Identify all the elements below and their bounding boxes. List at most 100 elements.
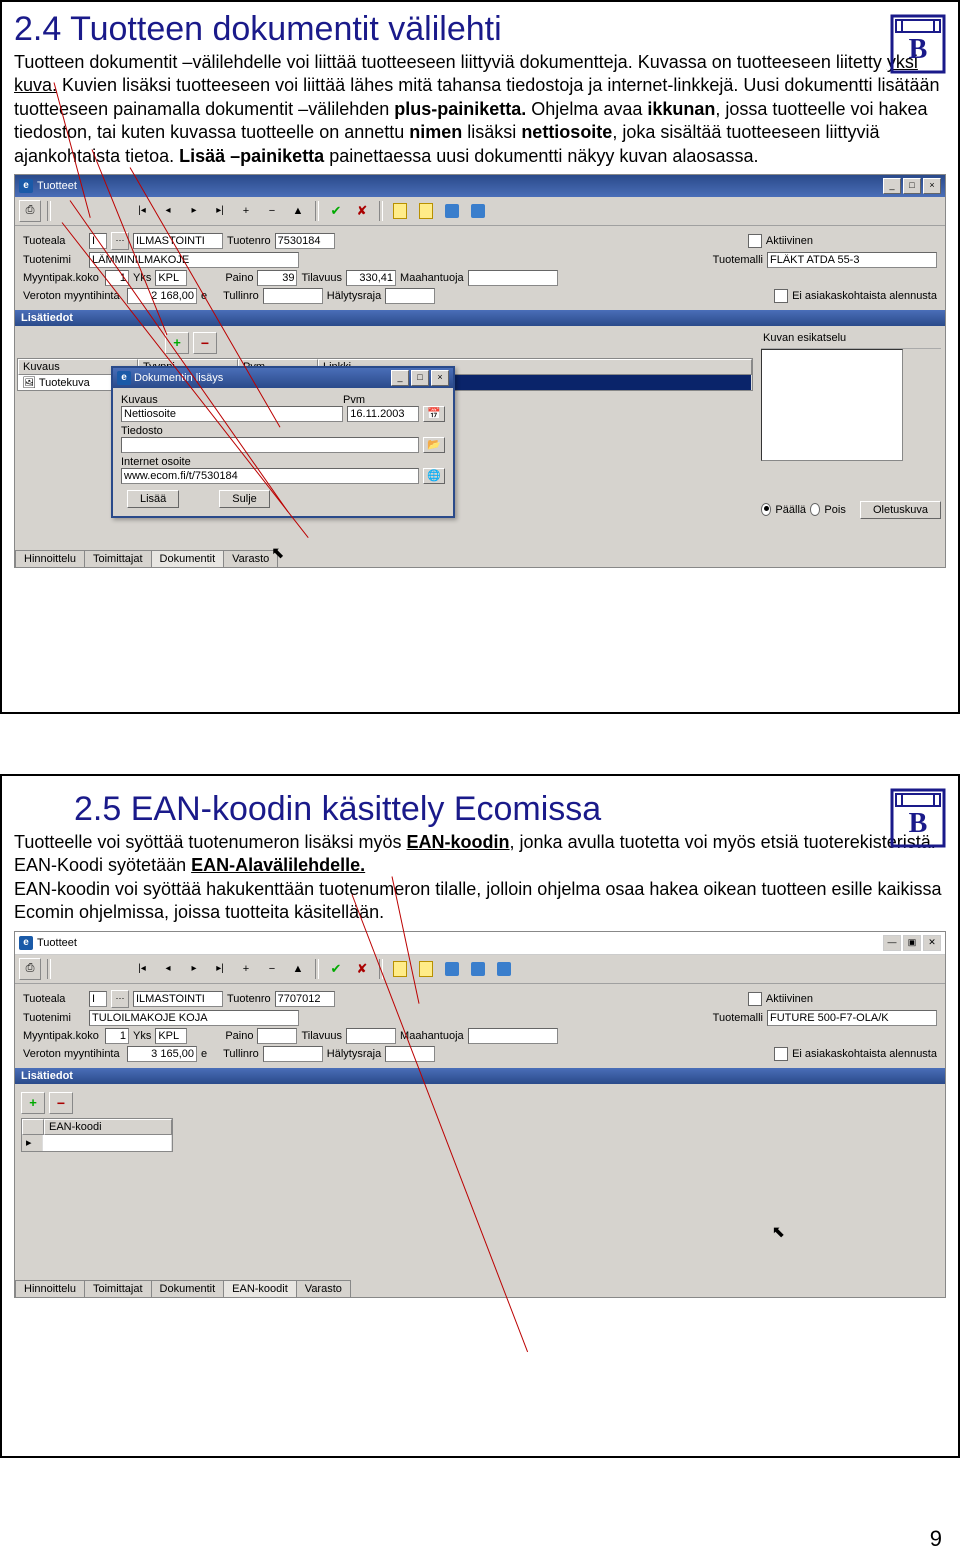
nav-next-button[interactable]: ▸ (183, 958, 205, 980)
tullinro-input[interactable] (263, 288, 323, 304)
doc1-button[interactable] (389, 200, 411, 222)
tab-toimittajat[interactable]: Toimittajat (84, 1280, 152, 1297)
hinta-input[interactable] (127, 288, 197, 304)
aktiivinen-checkbox[interactable] (748, 234, 762, 248)
tuotenimi-input[interactable] (89, 252, 299, 268)
dlg-close[interactable]: × (431, 370, 449, 386)
tab-dokumentit[interactable]: Dokumentit (151, 1280, 225, 1297)
ok-button[interactable]: ✔ (325, 958, 347, 980)
paalla-radio[interactable] (761, 503, 771, 516)
halytys-input[interactable] (385, 1046, 435, 1062)
tab-dokumentit[interactable]: Dokumentit (151, 550, 225, 567)
dlg-internet-input[interactable] (121, 468, 419, 484)
tuoteala-name-input[interactable] (133, 991, 223, 1007)
lbl-eiasiak: Ei asiakaskohtaista alennusta (792, 290, 937, 302)
minimize-button[interactable]: _ (883, 178, 901, 194)
link1-button[interactable] (441, 200, 463, 222)
dlg-date-button[interactable]: 📅 (423, 406, 445, 422)
tuoteala-name-input[interactable] (133, 233, 223, 249)
yks-input[interactable] (155, 270, 187, 286)
nav-del-button[interactable]: − (261, 958, 283, 980)
maahantuoja-input[interactable] (468, 270, 558, 286)
cancel-button[interactable]: ✘ (351, 200, 373, 222)
tuoteala-lookup-button[interactable]: ⋯ (111, 990, 129, 1008)
nav-last-button[interactable]: ▸| (209, 958, 231, 980)
eiasiak-checkbox[interactable] (774, 1047, 788, 1061)
tilavuus-input[interactable] (346, 1028, 396, 1044)
close-button[interactable]: ✕ (923, 935, 941, 951)
tab-toimittajat[interactable]: Toimittajat (84, 550, 152, 567)
nav-edit-button[interactable]: ▲ (287, 200, 309, 222)
remove-document-button[interactable]: − (193, 332, 217, 354)
tuotenro-input[interactable] (275, 233, 335, 249)
tuotenro-input[interactable] (275, 991, 335, 1007)
maximize-button[interactable]: □ (903, 178, 921, 194)
ok-button[interactable]: ✔ (325, 200, 347, 222)
myyntipak-input[interactable] (105, 1028, 129, 1044)
paino-input[interactable] (257, 270, 297, 286)
print-button[interactable]: ⎙ (19, 958, 41, 980)
oletuskuva-button[interactable]: Oletuskuva (860, 501, 941, 519)
tab-varasto[interactable]: Varasto (296, 1280, 351, 1297)
tullinro-input[interactable] (263, 1046, 323, 1062)
print-button[interactable]: ⎙ (19, 200, 41, 222)
nav-next-button[interactable]: ▸ (183, 200, 205, 222)
yks-input[interactable] (155, 1028, 187, 1044)
nav-add-button[interactable]: + (235, 958, 257, 980)
ean-cell[interactable] (43, 1135, 172, 1151)
dlg-max[interactable]: □ (411, 370, 429, 386)
link2-button[interactable] (467, 958, 489, 980)
add-ean-button[interactable]: + (21, 1092, 45, 1114)
add-document-button[interactable]: + (165, 332, 189, 354)
tuoteala-code-input[interactable] (89, 991, 107, 1007)
eiasiak-checkbox[interactable] (774, 289, 788, 303)
nav-add-button[interactable]: + (235, 200, 257, 222)
halytys-input[interactable] (385, 288, 435, 304)
maximize-button[interactable]: ▣ (903, 935, 921, 951)
dlg-pvm-input[interactable] (347, 406, 419, 422)
lbl-dlg-pvm: Pvm (343, 394, 365, 406)
tuotemalli-input[interactable] (767, 1010, 937, 1026)
remove-ean-button[interactable]: − (49, 1092, 73, 1114)
link3-button[interactable] (493, 958, 515, 980)
tuoteala-lookup-button[interactable]: ⋯ (111, 232, 129, 250)
dlg-kuvaus-input[interactable] (121, 406, 343, 422)
tuoteala-code-input[interactable] (89, 233, 107, 249)
minimize-button[interactable]: — (883, 935, 901, 951)
nav-prev-button[interactable]: ◂ (157, 958, 179, 980)
dlg-web-button[interactable]: 🌐 (423, 468, 445, 484)
link2-button[interactable] (467, 200, 489, 222)
dlg-browse-button[interactable]: 📂 (423, 437, 445, 453)
link1-button[interactable] (441, 958, 463, 980)
dlg-lisaa-button[interactable]: Lisää (127, 490, 179, 508)
tuotenimi-input[interactable] (89, 1010, 299, 1026)
maahantuoja-input[interactable] (468, 1028, 558, 1044)
pois-radio[interactable] (810, 503, 820, 516)
doc2-button[interactable] (415, 200, 437, 222)
nav-first-button[interactable]: |◂ (131, 958, 153, 980)
nav-last-button[interactable]: ▸| (209, 200, 231, 222)
nav-edit-button[interactable]: ▲ (287, 958, 309, 980)
ean-grid[interactable]: EAN-koodi ▸ (21, 1118, 173, 1152)
cancel-button[interactable]: ✘ (351, 958, 373, 980)
tab-hinnoittelu[interactable]: Hinnoittelu (15, 550, 85, 567)
tilavuus-input[interactable] (346, 270, 396, 286)
dlg-min[interactable]: _ (391, 370, 409, 386)
tab-ean[interactable]: EAN-koodit (223, 1280, 297, 1297)
dlg-sulje-button[interactable]: Sulje (219, 490, 269, 508)
nav-first-button[interactable]: |◂ (131, 200, 153, 222)
tab-hinnoittelu[interactable]: Hinnoittelu (15, 1280, 85, 1297)
hinta-input[interactable] (127, 1046, 197, 1062)
col-ean[interactable]: EAN-koodi (44, 1119, 172, 1135)
dlg-tiedosto-input[interactable] (121, 437, 419, 453)
tuotemalli-input[interactable] (767, 252, 937, 268)
aktiivinen-checkbox[interactable] (748, 992, 762, 1006)
myyntipak-input[interactable] (105, 270, 129, 286)
paino-input[interactable] (257, 1028, 297, 1044)
tab-varasto[interactable]: Varasto (223, 550, 278, 567)
nav-del-button[interactable]: − (261, 200, 283, 222)
nav-prev-button[interactable]: ◂ (157, 200, 179, 222)
doc2-button[interactable] (415, 958, 437, 980)
doc1-button[interactable] (389, 958, 411, 980)
close-button[interactable]: × (923, 178, 941, 194)
